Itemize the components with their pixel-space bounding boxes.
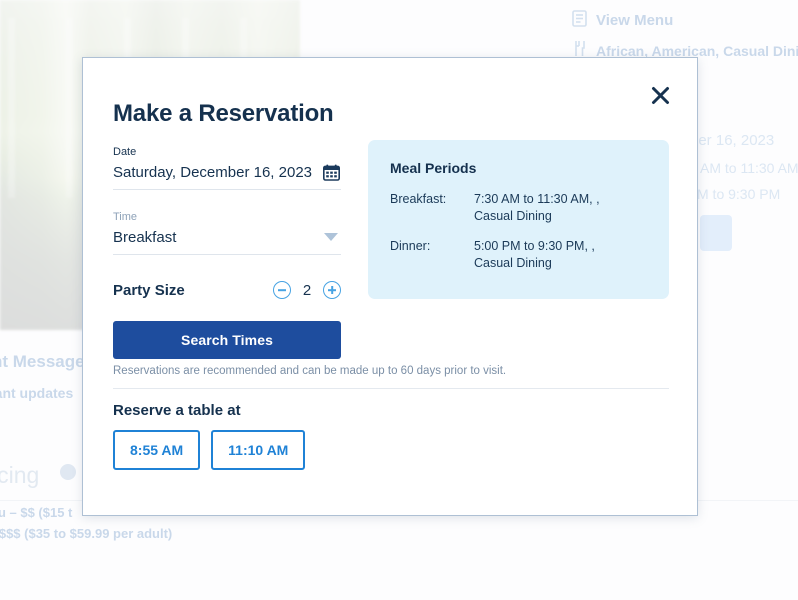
party-size-value: 2 bbox=[302, 281, 312, 299]
background-dinner-fragment: M to 9:30 PM bbox=[697, 186, 781, 202]
time-field[interactable]: Time Breakfast bbox=[113, 210, 341, 255]
date-label: Date bbox=[113, 146, 137, 158]
time-slot-list: 8:55 AM 11:10 AM bbox=[113, 430, 306, 470]
search-times-button[interactable]: Search Times bbox=[113, 321, 341, 359]
date-value: Saturday, December 16, 2023 bbox=[113, 164, 313, 181]
time-slot-button[interactable]: 11:10 AM bbox=[211, 430, 306, 470]
reservation-modal: Make a Reservation Date Saturday, Decemb… bbox=[82, 57, 698, 516]
background-action-button[interactable] bbox=[700, 215, 732, 251]
meal-period-name: Breakfast: bbox=[390, 192, 447, 206]
meal-periods-title: Meal Periods bbox=[390, 160, 477, 176]
background-breakfast-fragment: AM to 11:30 AM bbox=[700, 160, 798, 176]
plus-circle-icon[interactable] bbox=[323, 281, 341, 299]
calendar-icon[interactable] bbox=[321, 162, 341, 182]
date-field[interactable]: Date Saturday, December 16, 2023 bbox=[113, 145, 341, 190]
background-message-fragment: nt Message bbox=[0, 352, 85, 371]
minus-circle-icon[interactable] bbox=[273, 281, 291, 299]
background-price-line-2: – $$$ ($35 to $59.99 per adult) bbox=[0, 526, 173, 541]
close-icon[interactable] bbox=[645, 80, 675, 110]
background-price-line-1: nu – $$ ($15 t bbox=[0, 505, 73, 520]
meal-period-detail: 5:00 PM to 9:30 PM, , Casual Dining bbox=[474, 239, 595, 270]
time-slot-button[interactable]: 8:55 AM bbox=[113, 430, 201, 470]
party-size-label: Party Size bbox=[113, 281, 185, 299]
chevron-down-icon[interactable] bbox=[321, 227, 341, 247]
reservation-disclaimer: Reservations are recommended and can be … bbox=[113, 365, 507, 377]
time-value: Breakfast bbox=[113, 229, 177, 246]
background-pricing-fragment: icing bbox=[0, 462, 40, 488]
reservation-form: Date Saturday, December 16, 2023 Time Br… bbox=[113, 145, 341, 359]
quantity-stepper: 2 bbox=[273, 281, 341, 299]
meal-period-detail: 7:30 AM to 11:30 AM, , Casual Dining bbox=[474, 192, 600, 223]
view-menu-link[interactable]: View Menu bbox=[596, 12, 673, 29]
meal-period-row: Dinner: 5:00 PM to 9:30 PM, , Casual Din… bbox=[390, 238, 647, 272]
background-updates-fragment: tant updates bbox=[0, 385, 74, 401]
section-divider bbox=[113, 388, 669, 389]
meal-period-name: Dinner: bbox=[390, 239, 431, 253]
page-root: View Menu African, American, Casual Dini… bbox=[0, 0, 798, 600]
time-label: Time bbox=[113, 211, 138, 223]
party-size-row: Party Size 2 bbox=[113, 281, 341, 299]
meal-periods-card: Meal Periods Breakfast: 7:30 AM to 11:30… bbox=[368, 140, 669, 299]
reserve-table-title: Reserve a table at bbox=[113, 402, 241, 419]
menu-icon bbox=[572, 10, 587, 32]
meal-period-row: Breakfast: 7:30 AM to 11:30 AM, , Casual… bbox=[390, 191, 647, 225]
help-circle-icon[interactable] bbox=[60, 464, 76, 485]
page-title: Make a Reservation bbox=[113, 100, 334, 127]
background-date-fragment: ber 16, 2023 bbox=[690, 132, 775, 149]
